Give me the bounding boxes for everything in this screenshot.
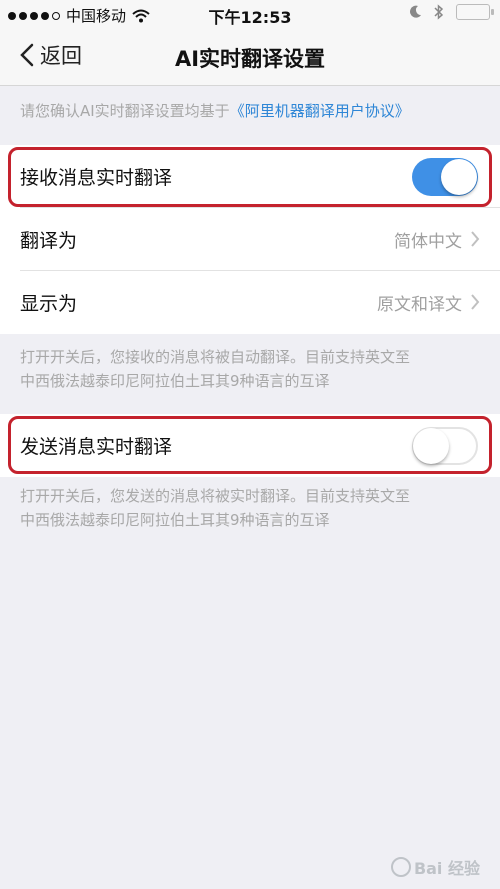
send-description-line: 打开开关后，您发送的消息将被实时翻译。目前支持英文至 (20, 487, 411, 505)
send-translation-toggle[interactable] (412, 426, 478, 465)
agreement-hint: 请您确认AI实时翻译设置均基于《阿里机器翻译用户协议》 (20, 100, 410, 121)
receive-description-line: 中西俄法越泰印尼阿拉伯土耳其9种语言的互译 (20, 372, 330, 390)
translate-to-label: 翻译为 (20, 230, 78, 252)
send-description-line: 中西俄法越泰印尼阿拉伯土耳其9种语言的互译 (20, 511, 330, 529)
display-as-row[interactable]: 显示为 原文和译文 (0, 271, 500, 334)
status-right (408, 4, 494, 20)
send-description: 打开开关后，您发送的消息将被实时翻译。目前支持英文至 中西俄法越泰印尼阿拉伯土耳… (20, 484, 490, 532)
receive-translation-label: 接收消息实时翻译 (20, 167, 173, 189)
receive-description: 打开开关后，您接收的消息将被自动翻译。目前支持英文至 中西俄法越泰印尼阿拉伯土耳… (20, 345, 490, 393)
battery-icon (456, 4, 494, 20)
status-bar: 中国移动 下午12:53 (0, 0, 500, 30)
moon-icon (410, 5, 421, 18)
translate-to-value: 简体中文 (394, 232, 462, 252)
send-translation-label: 发送消息实时翻译 (20, 436, 173, 458)
agreement-link[interactable]: 《阿里机器翻译用户协议》 (230, 102, 410, 120)
agreement-hint-text: 请您确认AI实时翻译设置均基于 (20, 102, 230, 120)
nav-bar: 返回 AI实时翻译设置 (0, 30, 500, 86)
chevron-right-icon (471, 231, 480, 247)
display-as-label: 显示为 (20, 293, 78, 315)
paw-logo-icon (390, 857, 411, 877)
translate-to-row[interactable]: 翻译为 简体中文 (0, 208, 500, 271)
receive-translation-row: 接收消息实时翻译 (0, 145, 500, 208)
page-title: AI实时翻译设置 (174, 47, 326, 71)
display-as-value: 原文和译文 (377, 295, 462, 315)
receive-description-line: 打开开关后，您接收的消息将被自动翻译。目前支持英文至 (20, 348, 411, 366)
watermark: Bai 经验 (390, 855, 480, 879)
bluetooth-icon (434, 4, 444, 20)
chevron-right-icon (471, 294, 480, 310)
receive-translation-toggle[interactable] (412, 157, 478, 196)
watermark-text: Bai 经验 (413, 859, 480, 878)
send-translation-row: 发送消息实时翻译 (0, 414, 500, 477)
